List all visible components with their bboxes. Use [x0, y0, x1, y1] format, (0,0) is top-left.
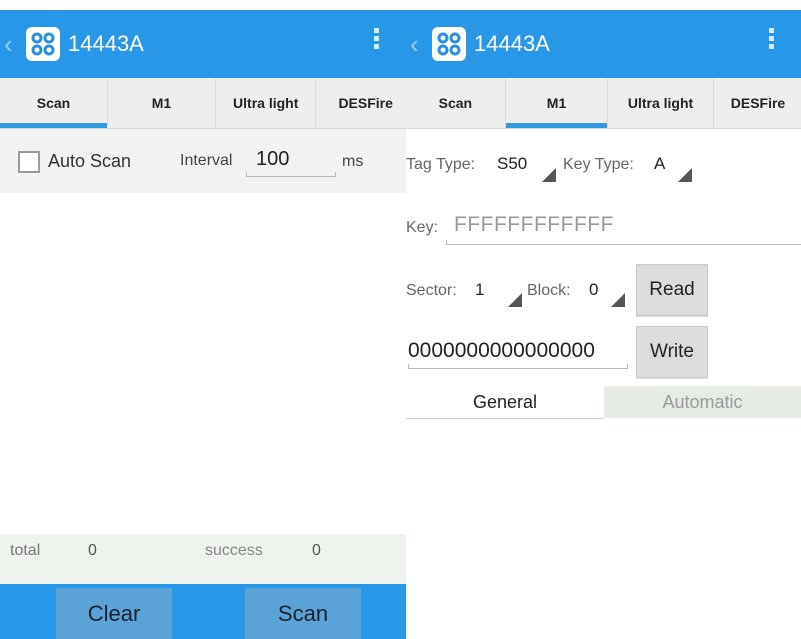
key-type-label: Key Type:	[563, 156, 634, 173]
key-input-underline	[446, 240, 801, 245]
data-input-underline	[408, 364, 628, 369]
data-input[interactable]: 0000000000000000	[408, 339, 595, 363]
tab-label: M1	[151, 95, 172, 111]
key-label: Key:	[406, 219, 439, 236]
overflow-menu-icon[interactable]	[769, 28, 775, 52]
status-bar	[0, 534, 406, 584]
tab-scan[interactable]: Scan	[0, 78, 108, 128]
key-input[interactable]: FFFFFFFFFFFF	[454, 213, 614, 237]
tab-bar: Scan M1 Ultra light DESFire	[0, 78, 406, 129]
interval-input[interactable]: 100	[256, 148, 289, 171]
tab-ultra-light[interactable]: Ultra light	[216, 78, 317, 128]
tab-bar: Scan M1 Ultra light DESFire	[406, 78, 801, 129]
interval-label: Interval	[180, 152, 233, 169]
mode-tab-general[interactable]: General	[406, 386, 604, 419]
scan-button[interactable]: Scan	[245, 588, 361, 639]
top-strip	[0, 0, 406, 10]
back-chevron-icon[interactable]: ‹	[410, 31, 424, 57]
sector-label: Sector:	[406, 282, 457, 299]
auto-scan-label: Auto Scan	[48, 151, 132, 171]
spinner-arrow-icon	[542, 168, 556, 182]
tab-label: DESFire	[338, 95, 393, 111]
interval-unit: ms	[342, 153, 364, 170]
tab-label: DESFire	[730, 95, 786, 111]
tab-desfire[interactable]: DESFire	[714, 78, 801, 128]
tab-indicator	[0, 123, 107, 128]
spinner-arrow-icon	[508, 293, 522, 307]
tag-type-spinner[interactable]: S50	[497, 154, 527, 174]
tag-type-label: Tag Type:	[406, 156, 476, 173]
app-icon[interactable]	[26, 27, 60, 61]
total-value: 0	[88, 542, 97, 559]
overflow-menu-icon[interactable]	[374, 28, 380, 52]
tab-ultra-light[interactable]: Ultra light	[608, 78, 714, 128]
tab-label: Scan	[36, 95, 71, 111]
scan-screen: ‹ 14443A Scan M1 Ultra light DESFire Aut…	[0, 0, 406, 639]
m1-screen: ‹ 14443A Scan M1 Ultra light DESFire Tag	[406, 0, 801, 639]
tab-label: M1	[546, 95, 567, 111]
app-title: 14443A	[68, 31, 144, 56]
tab-desfire[interactable]: DESFire	[316, 78, 406, 128]
top-strip	[406, 0, 801, 10]
read-button[interactable]: Read	[636, 264, 708, 316]
tab-label: Ultra light	[627, 95, 694, 111]
tab-label: Ultra light	[233, 95, 299, 111]
back-chevron-icon[interactable]: ‹	[4, 31, 18, 57]
tab-m1[interactable]: M1	[505, 78, 609, 128]
spinner-arrow-icon	[611, 293, 625, 307]
auto-scan-checkbox[interactable]	[18, 151, 40, 173]
success-value: 0	[312, 542, 321, 559]
app-icon[interactable]	[432, 27, 466, 61]
total-label: total	[10, 542, 41, 559]
clear-button[interactable]: Clear	[56, 588, 172, 639]
tab-m1[interactable]: M1	[108, 78, 216, 128]
block-spinner[interactable]: 0	[589, 280, 598, 300]
sector-spinner[interactable]: 1	[475, 280, 484, 300]
tab-indicator	[505, 123, 608, 128]
interval-input-underline	[246, 172, 336, 177]
tab-label: Scan	[438, 95, 473, 111]
app-title: 14443A	[474, 31, 550, 56]
action-bar: ‹ 14443A	[0, 10, 406, 78]
tab-scan[interactable]: Scan	[406, 78, 506, 128]
mode-tab-automatic[interactable]: Automatic	[604, 386, 801, 418]
action-bar: ‹ 14443A	[406, 10, 801, 78]
success-label: success	[205, 542, 263, 559]
write-button[interactable]: Write	[636, 326, 708, 378]
key-type-spinner[interactable]: A	[654, 154, 665, 174]
spinner-arrow-icon	[678, 168, 692, 182]
block-label: Block:	[527, 282, 571, 299]
